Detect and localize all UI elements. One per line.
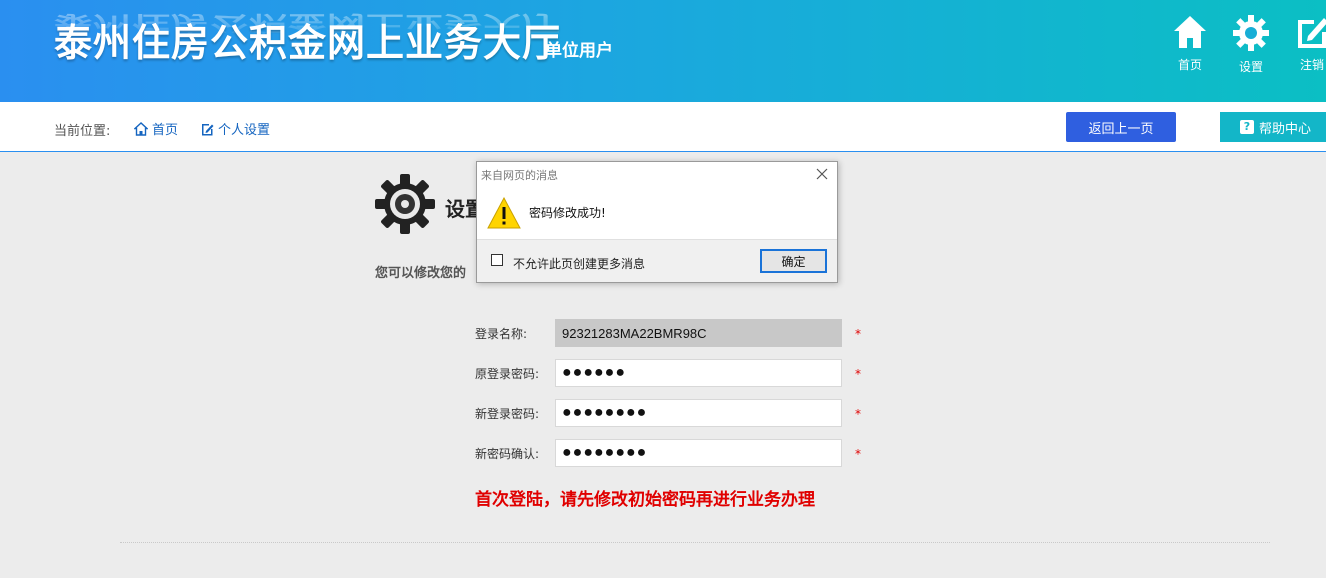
divider [120,542,1270,543]
header: 泰州住房公积金网上业务大厅 泰州住房公积金网上业务大厅 单位用户 首页 设置 注… [0,0,1326,102]
message-dialog: 来自网页的消息 密码修改成功! 不允许此页创建更多消息 确定 [476,161,838,283]
header-home-label: 首页 [1177,58,1202,72]
suppress-messages-checkbox[interactable] [491,254,503,266]
section-description: 您可以修改您的 [375,266,467,281]
back-button[interactable]: 返回上一页 [1066,112,1176,142]
dialog-footer: 不允许此页创建更多消息 确定 [477,239,837,282]
edit-icon [1298,18,1326,48]
warning-icon [487,197,521,229]
breadcrumb-home-link[interactable]: 首页 [134,119,178,138]
home-outline-icon [134,121,148,136]
form-row-confirm-password: 新密码确认: ●●●●●●●● * [475,439,875,467]
gear-icon [1233,15,1269,51]
header-logout-label: 注销 [1299,58,1324,72]
required-mark: * [855,367,861,381]
header-settings-label: 设置 [1238,60,1263,74]
breadcrumb-settings-label: 个人设置 [218,123,271,138]
header-logout-button[interactable]: 注销 [1292,14,1326,80]
site-title: 泰州住房公积金网上业务大厅 [54,21,562,65]
breadcrumb-settings-link[interactable]: 个人设置 [200,119,270,138]
new-password-field[interactable]: ●●●●●●●● [555,399,842,427]
first-login-notice: 首次登陆，请先修改初始密码再进行业务办理 [475,490,815,510]
required-mark: * [855,327,861,341]
login-name-field: 92321283MA22BMR98C [555,319,842,347]
confirm-password-field[interactable]: ●●●●●●●● [555,439,842,467]
suppress-messages-label[interactable]: 不允许此页创建更多消息 [513,255,645,272]
dialog-title: 来自网页的消息 [481,169,558,182]
header-settings-button[interactable]: 设置 [1231,14,1271,80]
form-row-old-password: 原登录密码: ●●●●●● * [475,359,875,387]
close-icon[interactable] [815,167,829,181]
help-center-label: 帮助中心 [1259,121,1312,137]
help-center-button[interactable]: ? 帮助中心 [1220,112,1326,142]
user-type-label: 单位用户 [545,41,613,61]
breadcrumb-prefix: 当前位置: [54,124,111,139]
old-password-label: 原登录密码: [475,367,540,381]
edit-document-icon [202,123,214,135]
header-home-button[interactable]: 首页 [1170,14,1210,80]
breadcrumb-bar: 当前位置: 首页 个人设置 返回上一页 ? 帮助中心 [0,102,1326,152]
old-password-field[interactable]: ●●●●●● [555,359,842,387]
home-icon [1174,16,1206,48]
new-password-label: 新登录密码: [475,407,540,421]
required-mark: * [855,447,861,461]
form-row-login-name: 登录名称: 92321283MA22BMR98C * [475,319,875,347]
question-icon: ? [1240,120,1254,134]
breadcrumb-home-label: 首页 [152,123,179,138]
required-mark: * [855,407,861,421]
form-row-new-password: 新登录密码: ●●●●●●●● * [475,399,875,427]
settings-gear-icon [375,174,435,234]
confirm-password-label: 新密码确认: [475,447,540,461]
login-name-label: 登录名称: [475,327,528,341]
ok-button[interactable]: 确定 [760,249,827,273]
dialog-message: 密码修改成功! [529,206,606,220]
